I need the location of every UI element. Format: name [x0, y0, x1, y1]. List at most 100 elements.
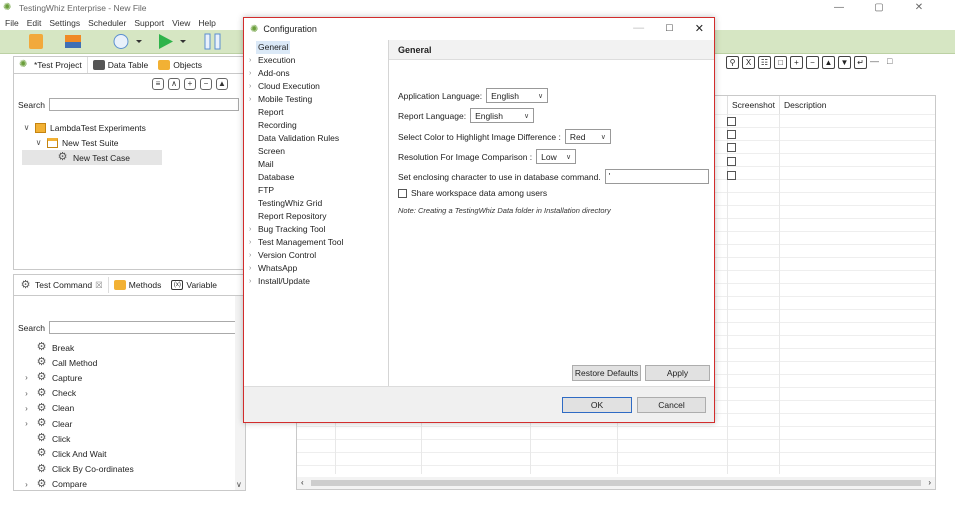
chevron-down-icon[interactable]: ∨	[34, 138, 43, 147]
enclosing-char-input[interactable]: '	[604, 169, 709, 184]
app-language-select[interactable]: English ∨	[486, 88, 549, 103]
command-search-input[interactable]	[48, 321, 239, 334]
list-item[interactable]: ⚙ Click And Wait	[22, 446, 134, 461]
nav-item-whatsapp[interactable]: › WhatsApp	[249, 262, 297, 275]
list-item[interactable]: › ⚙ Clear	[22, 416, 134, 431]
nav-item-testingwhiz-grid[interactable]: TestingWhiz Grid	[258, 197, 322, 210]
nav-item-mail[interactable]: Mail	[258, 158, 274, 171]
paste-icon[interactable]: □	[774, 56, 787, 69]
apply-button[interactable]: Apply	[645, 365, 710, 381]
chevron-down-icon[interactable]: ∨	[22, 123, 31, 132]
tab-methods[interactable]: Methods	[109, 277, 167, 293]
screenshot-checkbox[interactable]	[727, 143, 736, 152]
menu-support[interactable]: Support	[134, 18, 164, 28]
list-item[interactable]: › ⚙ Check	[22, 386, 134, 401]
menu-help[interactable]: Help	[198, 18, 215, 28]
cancel-button[interactable]: Cancel	[637, 397, 706, 413]
chevron-right-icon[interactable]: ›	[249, 67, 251, 80]
maximize-icon[interactable]: ▢	[873, 2, 885, 13]
remove-row-icon[interactable]: −	[806, 56, 819, 69]
chevron-right-icon[interactable]: ›	[928, 478, 931, 487]
column-header-screenshot[interactable]: Screenshot	[727, 96, 779, 114]
menu-view[interactable]: View	[172, 18, 190, 28]
move-down-icon[interactable]: ▼	[838, 56, 851, 69]
list-item[interactable]: ⚙ Click By Co-ordinates	[22, 462, 134, 477]
nav-item-execution[interactable]: › Execution	[249, 54, 295, 67]
dialog-titlebar[interactable]: ✺ Configuration — □ ✕	[244, 18, 714, 40]
expand-all-icon[interactable]: ≡	[152, 78, 164, 90]
add-row-icon[interactable]: +	[790, 56, 803, 69]
move-up-icon[interactable]: ▲	[822, 56, 835, 69]
nav-item-cloud-execution[interactable]: › Cloud Execution	[249, 80, 320, 93]
list-item[interactable]: ⚙ Call Method	[22, 355, 134, 370]
chevron-right-icon[interactable]: ›	[22, 373, 31, 382]
close-tab-icon[interactable]: ☒	[95, 280, 103, 291]
ok-button[interactable]: OK	[562, 397, 632, 413]
close-icon[interactable]: ✕	[913, 2, 925, 13]
list-item[interactable]: › ⚙ Capture	[22, 370, 134, 385]
tab-test-command[interactable]: ⚙ Test Command ☒	[14, 277, 109, 293]
minimize-panel-icon[interactable]: —	[870, 56, 884, 69]
list-item[interactable]: ⚙ Click	[22, 431, 134, 446]
nav-item-report[interactable]: Report	[258, 106, 284, 119]
nav-item-test-management-tool[interactable]: › Test Management Tool	[249, 236, 343, 249]
close-icon[interactable]: ✕	[695, 22, 704, 35]
chevron-right-icon[interactable]: ›	[249, 54, 251, 67]
chevron-right-icon[interactable]: ›	[249, 275, 251, 288]
nav-item-bug-tracking-tool[interactable]: › Bug Tracking Tool	[249, 223, 325, 236]
nav-item-recording[interactable]: Recording	[258, 119, 297, 132]
share-workspace-checkbox[interactable]	[398, 188, 407, 198]
project-search-input[interactable]	[48, 98, 239, 111]
menu-edit[interactable]: Edit	[27, 18, 42, 28]
record-icon[interactable]	[112, 33, 144, 50]
nav-item-screen[interactable]: Screen	[258, 145, 285, 158]
chevron-right-icon[interactable]: ›	[249, 262, 251, 275]
screenshot-checkbox[interactable]	[727, 117, 736, 126]
menu-file[interactable]: File	[5, 18, 19, 28]
chevron-right-icon[interactable]: ›	[249, 80, 251, 93]
grid-horizontal-scrollbar[interactable]: ‹ ›	[297, 477, 935, 489]
collapse-all-icon[interactable]: ∧	[168, 78, 180, 90]
tab-data-table[interactable]: Data Table	[88, 57, 153, 73]
tab-objects[interactable]: Objects	[153, 57, 207, 73]
report-language-select[interactable]: English ∨	[470, 108, 535, 123]
save-icon[interactable]	[62, 33, 84, 50]
tree-item[interactable]: ∨ LambdaTest Experiments	[22, 120, 162, 135]
screenshot-checkbox[interactable]	[727, 171, 736, 180]
tab-test-project[interactable]: ✺ *Test Project	[14, 57, 88, 73]
search-icon[interactable]: ⚲	[726, 56, 739, 69]
nav-item-data-validation-rules[interactable]: Data Validation Rules	[258, 132, 339, 145]
menu-scheduler[interactable]: Scheduler	[88, 18, 126, 28]
highlight-color-select[interactable]: Red ∨	[564, 129, 611, 144]
chevron-right-icon[interactable]: ›	[249, 236, 251, 249]
run-icon[interactable]	[156, 33, 188, 50]
chevron-right-icon[interactable]: ›	[249, 93, 251, 106]
chevron-right-icon[interactable]: ›	[22, 419, 31, 428]
new-file-icon[interactable]	[26, 33, 48, 50]
tree-item[interactable]: ⚙ New Test Case	[22, 150, 162, 165]
tree-item[interactable]: ∨ New Test Suite	[22, 135, 162, 150]
maximize-panel-icon[interactable]: □	[887, 56, 897, 69]
list-item[interactable]: › ⚙ Compare	[22, 477, 134, 490]
add-icon[interactable]: +	[184, 78, 196, 90]
cut-icon[interactable]: X	[742, 56, 755, 69]
nav-item-report-repository[interactable]: Report Repository	[258, 210, 327, 223]
remove-icon[interactable]: −	[200, 78, 212, 90]
nav-item-general[interactable]: General	[256, 41, 291, 54]
chevron-right-icon[interactable]: ›	[22, 404, 31, 413]
nav-item-install-update[interactable]: › Install/Update	[249, 275, 310, 288]
chevron-right-icon[interactable]: ›	[249, 223, 251, 236]
move-up-icon[interactable]: ▲	[216, 78, 228, 90]
nav-item-ftp[interactable]: FTP	[258, 184, 274, 197]
chevron-right-icon[interactable]: ›	[22, 389, 31, 398]
resolution-select[interactable]: Low ∨	[536, 149, 577, 164]
menu-settings[interactable]: Settings	[49, 18, 80, 28]
screenshot-checkbox[interactable]	[727, 157, 736, 166]
copy-icon[interactable]: ☷	[758, 56, 771, 69]
nav-item-add-ons[interactable]: › Add-ons	[249, 67, 290, 80]
chevron-left-icon[interactable]: ‹	[301, 478, 304, 487]
list-item[interactable]: ⚙ Break	[22, 340, 134, 355]
tab-variable[interactable]: (x) Variable	[166, 277, 222, 293]
column-header-description[interactable]: Description	[779, 96, 937, 114]
nav-item-version-control[interactable]: › Version Control	[249, 249, 316, 262]
